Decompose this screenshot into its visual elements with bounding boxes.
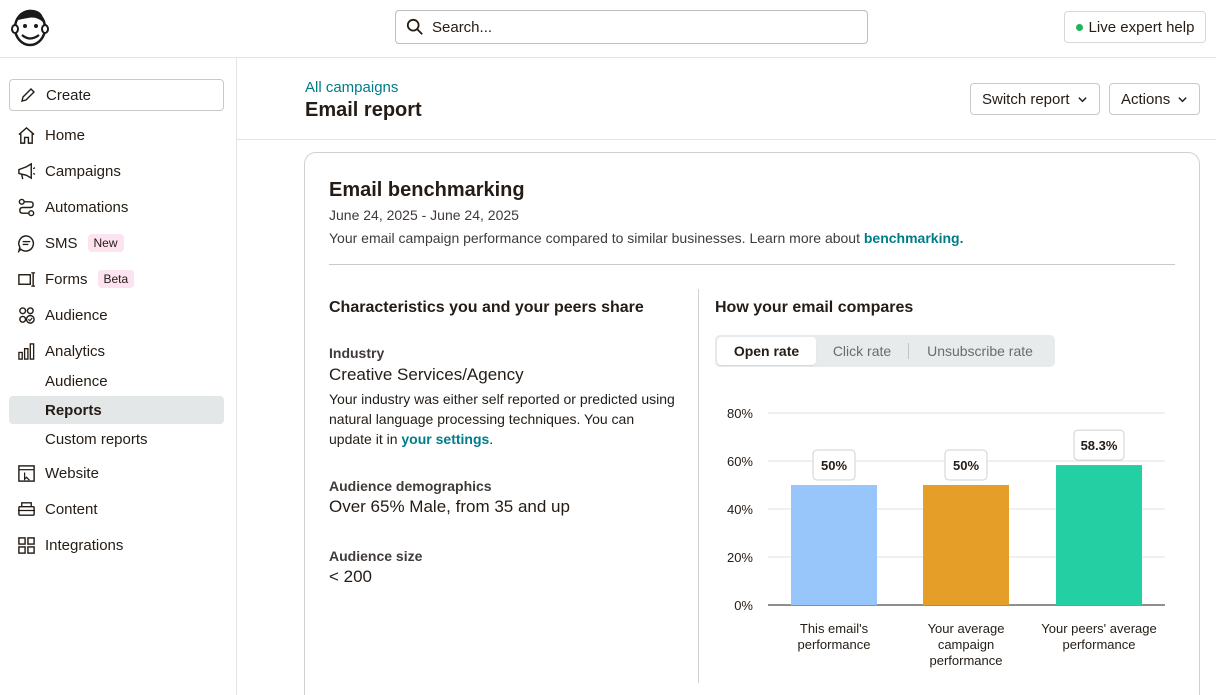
mailchimp-logo-icon[interactable] [10,6,50,48]
new-badge: New [87,234,124,252]
characteristics-title: Characteristics you and your peers share [329,299,644,316]
industry-value: Creative Services/Agency [329,365,524,384]
card-date-range: June 24, 2025 - June 24, 2025 [329,207,519,223]
card-description-text: Your email campaign performance compared… [329,230,864,246]
sidebar-item-label: Analytics [45,342,106,360]
sidebar-item-forms[interactable]: Forms Beta [9,265,224,293]
audience-size-value: < 200 [329,567,373,586]
actions-button[interactable]: Actions [1109,83,1201,115]
sidebar-item-analytics[interactable]: Analytics [9,337,224,365]
audience-size-label: Audience size [329,548,423,564]
x-category-label: This email's performance [764,621,904,653]
sidebar-item-label: SMS [45,234,78,252]
x-category-label: Your average campaign performance [896,621,1036,669]
audience-icon [19,306,35,324]
data-label: 58.3% [1081,438,1118,453]
card-divider [329,264,1175,265]
live-expert-help-label: Live expert help [1088,18,1195,36]
sidebar-item-label: Automations [45,198,129,216]
analytics-icon [18,342,35,360]
chevron-down-icon [1077,96,1087,102]
y-tick-label: 80% [727,406,753,421]
sidebar-item-label: Website [45,464,99,482]
sidebar-item-content[interactable]: Content [9,495,224,523]
comparison-title: How your email compares [715,299,914,316]
x-category-label: Your peers' average performance [1029,621,1169,653]
sidebar-subitem-reports[interactable]: Reports [9,396,224,424]
y-tick-label: 20% [727,550,753,565]
sidebar-subitem-custom-reports[interactable]: Custom reports [9,425,224,453]
sidebar-item-label: Audience [45,306,108,324]
search-input[interactable] [432,18,832,36]
sidebar-item-campaigns[interactable]: Campaigns [9,157,224,185]
pencil-icon [21,88,35,102]
sidebar-item-label: Forms [45,270,88,288]
create-button[interactable]: Create [9,79,224,111]
breadcrumb-all-campaigns[interactable]: All campaigns [305,79,398,96]
sidebar-item-label: Content [45,500,98,518]
content-icon [17,501,36,516]
your-settings-link[interactable]: your settings [401,431,489,447]
data-label: 50% [953,458,979,473]
beta-badge: Beta [97,270,135,288]
audience-demographics-value: Over 65% Male, from 35 and up [329,497,570,516]
x-category-label-line: performance [797,637,871,652]
page-title: Email report [305,99,422,121]
bar [1056,465,1142,605]
column-divider [698,289,699,683]
sidebar-item-audience[interactable]: Audience [9,301,224,329]
website-icon [18,464,35,482]
sidebar-item-automations[interactable]: Automations [9,193,224,221]
switch-report-label: Switch report [982,90,1070,108]
actions-label: Actions [1121,90,1171,108]
live-expert-help-button[interactable]: Live expert help [1064,11,1206,43]
metric-tabs: Open rate Click rate Unsubscribe rate [715,335,1055,367]
online-status-dot [1075,23,1083,31]
sidebar-item-integrations[interactable]: Integrations [9,531,224,559]
y-tick-label: 40% [727,502,753,517]
y-tick-label: 0% [734,598,753,613]
sms-icon [17,234,35,253]
y-tick-label: 60% [727,454,753,469]
sidebar-item-label: Campaigns [45,162,121,180]
sidebar-item-label: Integrations [45,536,124,554]
tab-unsubscribe-rate[interactable]: Unsubscribe rate [909,337,1051,365]
audience-demographics-label: Audience demographics [329,478,492,494]
tab-open-rate[interactable]: Open rate [717,337,816,365]
x-category-label-line: campaign [937,637,995,652]
sidebar-item-website[interactable]: Website [9,459,224,487]
forms-icon [18,271,36,287]
card-title: Email benchmarking [329,179,525,201]
industry-note-text: Your industry was either self reported o… [329,391,675,447]
x-category-label-line: Your peers' average [1041,621,1157,636]
bar [923,485,1009,605]
x-category-label-line: performance [1062,637,1136,652]
header-divider [237,139,1216,140]
integrations-icon [18,536,35,554]
top-bar: Live expert help [0,0,1216,58]
x-category-label-line: performance [929,653,1003,668]
home-icon [18,126,35,144]
search-box[interactable] [395,10,868,44]
bar [791,485,877,605]
sidebar-item-home[interactable]: Home [9,121,224,149]
search-icon [406,18,423,35]
x-category-label-line: Your average [927,621,1005,636]
x-category-label-line: This email's [799,621,869,636]
card-description: Your email campaign performance compared… [329,230,963,246]
industry-note: Your industry was either self reported o… [329,389,679,449]
industry-note-period: . [489,431,494,447]
sidebar-item-sms[interactable]: SMS New [9,229,224,257]
sidebar-subitem-audience[interactable]: Audience [9,367,224,395]
automation-icon [18,198,35,216]
benchmarking-link[interactable]: benchmarking. [864,230,964,246]
sidebar-item-label: Home [45,126,86,144]
switch-report-button[interactable]: Switch report [970,83,1100,115]
tab-click-rate[interactable]: Click rate [816,337,908,365]
megaphone-icon [18,162,36,179]
create-label: Create [46,86,92,104]
data-label: 50% [821,458,847,473]
industry-label: Industry [329,345,385,361]
chevron-down-icon [1178,96,1187,102]
